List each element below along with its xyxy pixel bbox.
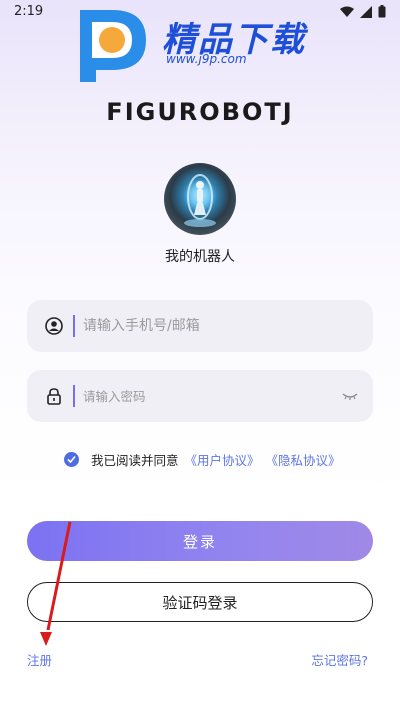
lock-icon [47, 388, 61, 405]
checkmark-icon [67, 455, 76, 464]
status-time: 2:19 [14, 4, 44, 19]
account-field[interactable] [27, 300, 373, 352]
profile-name: 我的机器人 [165, 249, 235, 265]
login-button[interactable]: 登录 [27, 521, 373, 561]
forgot-password-link[interactable]: 忘记密码? [311, 650, 368, 669]
watermark-logo-icon [80, 10, 146, 82]
watermark-url: www.j9p.com [166, 52, 247, 66]
code-login-button[interactable]: 验证码登录 [27, 582, 373, 622]
agreement-text: 我已阅读并同意 [91, 453, 179, 468]
agreement-checkbox[interactable] [64, 452, 79, 467]
input-cursor-divider [73, 315, 75, 337]
battery-icon [378, 5, 386, 18]
signal-icon [360, 5, 372, 18]
password-field[interactable] [27, 370, 373, 422]
input-cursor-divider [73, 385, 75, 407]
wifi-icon [340, 6, 354, 17]
user-icon [45, 317, 63, 335]
privacy-agreement-link[interactable]: 《隐私协议》 [266, 450, 341, 469]
eye-closed-icon[interactable] [341, 388, 359, 404]
status-icons [340, 5, 386, 18]
account-input[interactable] [83, 300, 333, 352]
brand-logo: FIGUROBOTJ [106, 98, 294, 126]
agreement-row: 我已阅读并同意 《用户协议》 《隐私协议》 [64, 450, 341, 469]
avatar[interactable] [164, 163, 236, 235]
password-input[interactable] [83, 370, 333, 422]
register-link[interactable]: 注册 [27, 650, 52, 669]
user-agreement-link[interactable]: 《用户协议》 [185, 450, 260, 469]
robot-figure-icon [184, 174, 216, 227]
